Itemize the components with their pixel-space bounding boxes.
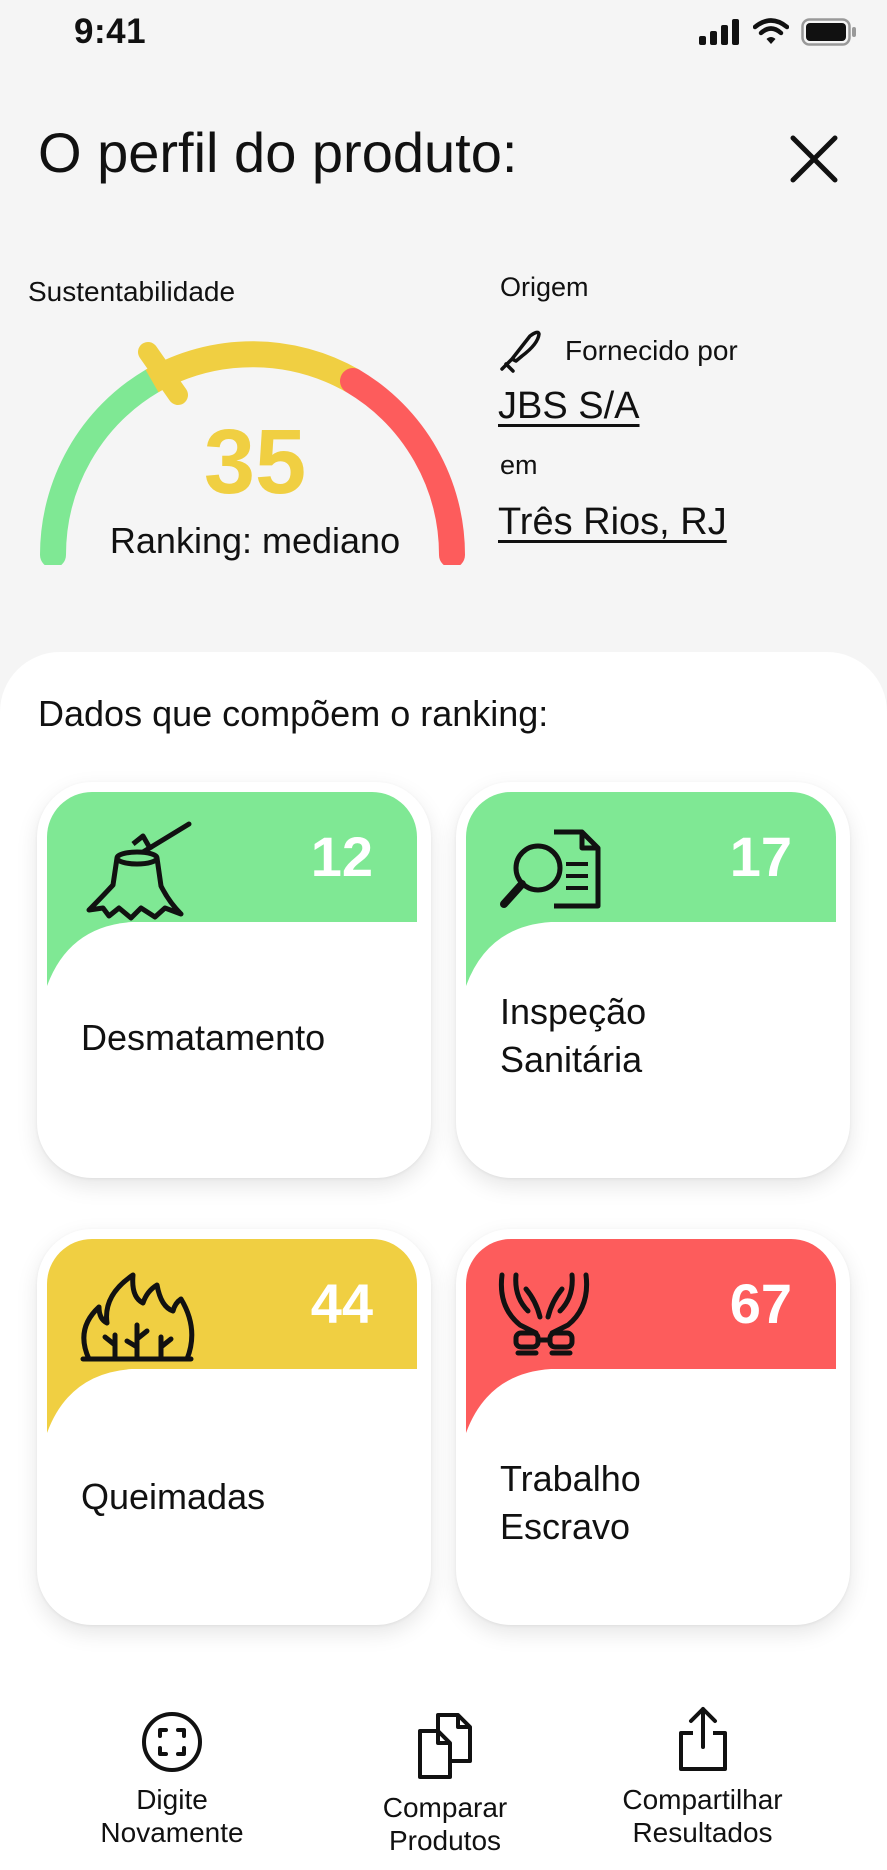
card-wave: [466, 1369, 838, 1463]
status-time: 9:41: [74, 12, 147, 51]
supplier-label: Fornecido por: [565, 335, 738, 366]
toolbar-label: Comparar Produtos: [382, 1792, 508, 1856]
card-label: Inspeção Sanitária: [500, 991, 647, 1080]
origin-label: Origem: [500, 272, 589, 302]
share-icon: [678, 1707, 727, 1771]
wifi-icon: [753, 18, 789, 44]
tree-stump-axe-icon: [86, 821, 192, 921]
battery-icon: [801, 18, 856, 46]
card-value: 17: [729, 825, 792, 888]
panel-title: Dados que compõem o ranking:: [38, 693, 549, 734]
card-label: Trabalho Escravo: [500, 1458, 641, 1547]
card-wave: [47, 1369, 419, 1463]
card-value: 67: [729, 1272, 792, 1335]
scan-icon: [142, 1712, 202, 1772]
close-button[interactable]: [788, 133, 840, 185]
toolbar-label: Compartilhar Resultados: [622, 1784, 783, 1848]
compare-products-button[interactable]: Comparar Produtos: [345, 1711, 545, 1857]
card-label: Queimadas: [81, 1476, 266, 1517]
close-icon: [790, 135, 838, 183]
gauge-arc-yellow: [145, 341, 360, 393]
location-link[interactable]: Três Rios, RJ: [498, 501, 727, 544]
card-queimadas[interactable]: 44 Queimadas: [37, 1229, 431, 1625]
document-search-icon: [500, 829, 601, 909]
gauge-score: 35: [203, 411, 307, 513]
card-label: Desmatamento: [81, 1017, 326, 1058]
page-title: O perfil do produto:: [38, 121, 518, 184]
gauge-label: Sustentabilidade: [28, 276, 236, 307]
toolbar-label: Digite Novamente: [100, 1784, 244, 1848]
fire-icon: [80, 1272, 195, 1362]
signal-icon: [699, 19, 739, 45]
card-wave: [47, 922, 419, 1016]
card-desmatamento[interactable]: 12 Desmatamento: [37, 782, 431, 1178]
share-results-button[interactable]: Compartilhar Resultados: [600, 1705, 805, 1849]
knife-icon: [500, 330, 541, 373]
card-value: 12: [310, 825, 373, 888]
location-connector: em: [500, 450, 538, 480]
card-inspecao-sanitaria[interactable]: 17 Inspeção Sanitária: [456, 782, 850, 1178]
chained-hands-icon: [498, 1272, 590, 1356]
status-icons: [699, 18, 857, 46]
gauge-ranking: Ranking: mediano: [109, 520, 401, 561]
copy-documents-icon: [418, 1713, 472, 1779]
supplier-link[interactable]: JBS S/A: [498, 385, 640, 428]
retype-button[interactable]: Digite Novamente: [72, 1711, 272, 1849]
card-value: 44: [310, 1272, 373, 1335]
card-trabalho-escravo[interactable]: 67 Trabalho Escravo: [456, 1229, 850, 1625]
